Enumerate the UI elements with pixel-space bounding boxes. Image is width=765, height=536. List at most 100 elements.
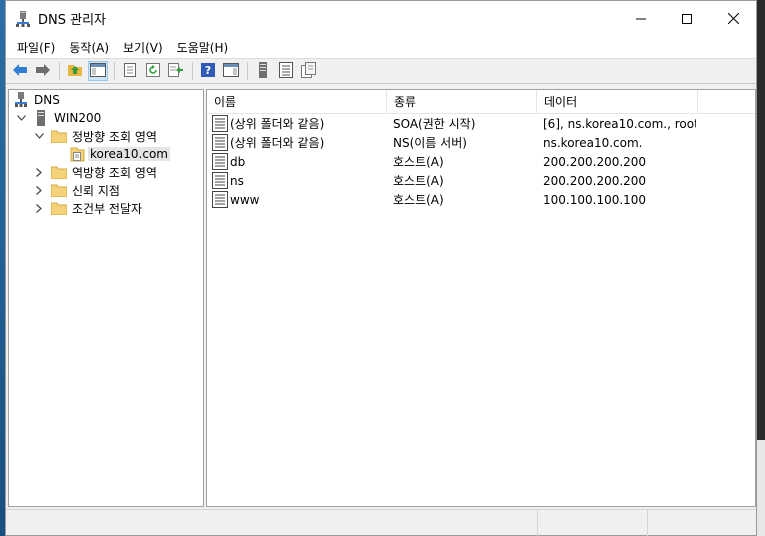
record-data: 100.100.100.100 — [543, 192, 647, 207]
list-header: 이름 종류 데이터 — [207, 90, 755, 114]
dns-manager-window: DNS 관리자 파일(F) 동작(A) 보기(V) 도움말(H) ? DNS W… — [5, 0, 757, 536]
forward-icon — [35, 63, 51, 80]
minimize-button[interactable] — [618, 1, 664, 36]
folder-icon — [51, 128, 67, 144]
copy-button[interactable] — [299, 61, 319, 81]
record-type: NS(이름 서버) — [393, 136, 467, 150]
toolbar-separator — [247, 62, 248, 80]
refresh-icon — [146, 62, 160, 80]
column-header-type[interactable]: 종류 — [387, 90, 537, 113]
refresh-button[interactable] — [143, 61, 163, 81]
tree-label-reverse-lookup-zones: 역방향 조회 영역 — [72, 165, 157, 180]
record-name: db — [230, 154, 246, 169]
record-type: 호스트(A) — [393, 174, 444, 188]
maximize-button[interactable] — [664, 1, 710, 36]
tree-item-trust-points[interactable]: 신뢰 지점 — [9, 181, 203, 199]
record-type: SOA(권한 시작) — [393, 117, 476, 131]
tree-item-conditional-forwarders[interactable]: 조건부 전달자 — [9, 199, 203, 217]
toolbar-separator — [59, 62, 60, 80]
tree-item-reverse-lookup-zones[interactable]: 역방향 조회 영역 — [9, 163, 203, 181]
menu-action[interactable]: 동작(A) — [62, 39, 116, 56]
folder-icon — [51, 164, 67, 180]
toolbar-separator — [192, 62, 193, 80]
records-list-button[interactable] — [276, 61, 296, 81]
table-row[interactable]: www 호스트(A) 100.100.100.100 — [207, 190, 755, 209]
properties-button[interactable] — [120, 61, 140, 81]
record-name: (상위 폴더와 같음) — [230, 117, 325, 131]
menu-file[interactable]: 파일(F) — [10, 39, 62, 56]
export-list-button[interactable] — [166, 61, 186, 81]
content-area: DNS WIN200 정방향 조회 영역 korea10.com 역방향 조회 … — [6, 87, 756, 509]
record-data: 200.200.200.200 — [543, 154, 647, 169]
table-row[interactable]: ns 호스트(A) 200.200.200.200 — [207, 171, 755, 190]
background-window-fragment — [757, 440, 765, 536]
up-one-level-button[interactable] — [65, 61, 85, 81]
menu-help[interactable]: 도움말(H) — [170, 39, 236, 56]
dns-icon — [13, 92, 29, 108]
status-panel-middle — [538, 510, 648, 536]
menu-view[interactable]: 보기(V) — [116, 39, 170, 56]
title-bar[interactable]: DNS 관리자 — [6, 1, 756, 36]
record-name: ns — [230, 173, 244, 188]
export-list-icon — [168, 62, 184, 80]
server-button[interactable] — [253, 61, 273, 81]
close-button[interactable] — [710, 1, 756, 36]
tree-item-zone-korea10[interactable]: korea10.com — [9, 145, 203, 163]
record-data: ns.korea10.com. — [543, 135, 643, 150]
show-action-pane-icon — [223, 62, 239, 80]
up-folder-icon — [67, 63, 83, 80]
back-icon — [12, 63, 28, 80]
record-icon — [212, 153, 228, 170]
tree-item-server[interactable]: WIN200 — [9, 109, 203, 127]
show-hide-tree-button[interactable] — [88, 61, 108, 81]
column-header-data[interactable]: 데이터 — [537, 90, 698, 113]
server-icon — [258, 61, 268, 81]
records-list-icon — [279, 61, 293, 81]
record-icon — [212, 134, 228, 151]
table-row[interactable]: (상위 폴더와 같음) SOA(권한 시작) [6], ns.korea10.c… — [207, 114, 755, 133]
table-row[interactable]: db 호스트(A) 200.200.200.200 — [207, 152, 755, 171]
record-icon — [212, 115, 228, 132]
toolbar: ? — [6, 58, 756, 84]
collapsed-chevron-icon[interactable] — [33, 166, 45, 178]
record-type: 호스트(A) — [393, 155, 444, 169]
record-name: www — [230, 192, 260, 207]
properties-icon — [123, 62, 137, 80]
collapsed-chevron-icon[interactable] — [33, 184, 45, 196]
menu-bar: 파일(F) 동작(A) 보기(V) 도움말(H) — [6, 36, 756, 58]
column-header-name[interactable]: 이름 — [207, 90, 387, 113]
record-name: (상위 폴더와 같음) — [230, 136, 325, 150]
forward-button[interactable] — [33, 61, 53, 81]
help-icon: ? — [201, 62, 215, 80]
back-button[interactable] — [10, 61, 30, 81]
record-icon — [212, 191, 228, 208]
tree-item-dns[interactable]: DNS — [9, 91, 203, 109]
help-button[interactable]: ? — [198, 61, 218, 81]
record-data: 200.200.200.200 — [543, 173, 647, 188]
console-tree: DNS WIN200 정방향 조회 영역 korea10.com 역방향 조회 … — [8, 89, 204, 507]
table-row[interactable]: (상위 폴더와 같음) NS(이름 서버) ns.korea10.com. — [207, 133, 755, 152]
expanded-chevron-icon[interactable] — [33, 130, 45, 142]
tree-label-dns: DNS — [34, 93, 60, 107]
show-hide-tree-icon — [90, 62, 106, 80]
expanded-chevron-icon[interactable] — [15, 112, 27, 124]
status-panel-right — [648, 510, 756, 536]
status-panel-main — [6, 510, 538, 536]
record-icon — [212, 172, 228, 189]
tree-label-server: WIN200 — [54, 111, 102, 125]
record-data: [6], ns.korea10.com., root… — [543, 116, 696, 131]
server-icon — [33, 110, 49, 126]
tree-label-trust-points: 신뢰 지점 — [72, 183, 120, 198]
window-title: DNS 관리자 — [38, 13, 106, 28]
tree-label-forward-lookup-zones: 정방향 조회 영역 — [72, 129, 157, 144]
tree-label-conditional-forwarders: 조건부 전달자 — [72, 201, 143, 216]
records-list: 이름 종류 데이터 (상위 폴더와 같음) SOA(권한 시작) [6], ns… — [206, 89, 756, 507]
folder-icon — [51, 182, 67, 198]
svg-text:?: ? — [205, 64, 211, 77]
collapsed-chevron-icon[interactable] — [33, 202, 45, 214]
tree-item-forward-lookup-zones[interactable]: 정방향 조회 영역 — [9, 127, 203, 145]
copy-icon — [301, 61, 317, 81]
show-action-pane-button[interactable] — [221, 61, 241, 81]
zone-file-icon — [69, 146, 85, 162]
record-type: 호스트(A) — [393, 193, 444, 207]
